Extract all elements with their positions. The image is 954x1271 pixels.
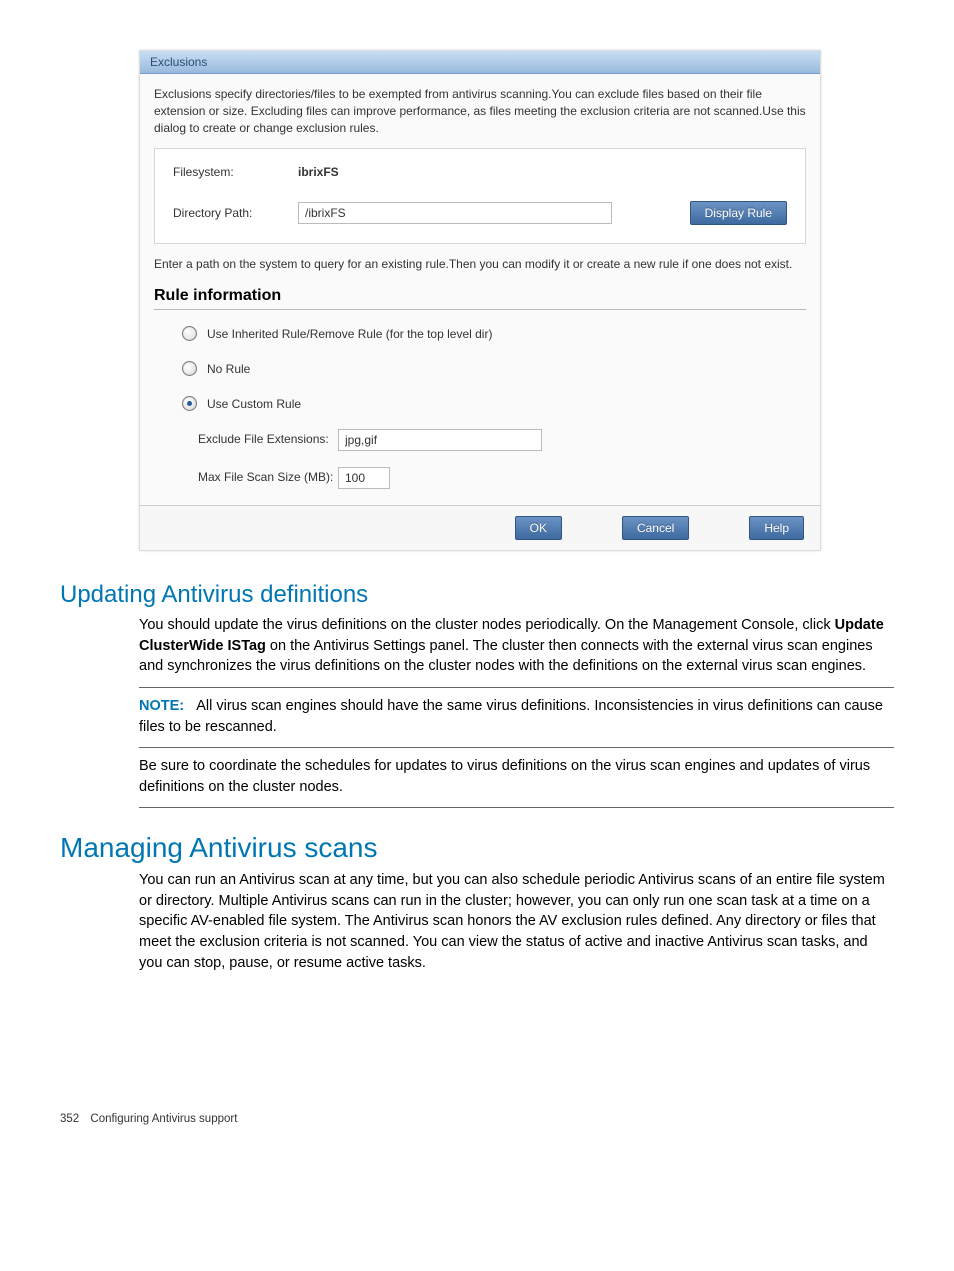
- divider: [154, 309, 806, 310]
- divider: [139, 807, 894, 808]
- rule-radio-group: Use Inherited Rule/Remove Rule (for the …: [182, 326, 806, 411]
- path-hint-text: Enter a path on the system to query for …: [154, 256, 806, 273]
- heading-managing-scans: Managing Antivirus scans: [60, 832, 894, 864]
- divider: [139, 687, 894, 688]
- radio-icon: [182, 326, 197, 341]
- radio-icon: [182, 361, 197, 376]
- path-panel: Filesystem: ibrixFS Directory Path: Disp…: [154, 148, 806, 244]
- chapter-title: Configuring Antivirus support: [90, 1113, 237, 1125]
- radio-label: No Rule: [207, 362, 250, 376]
- filesystem-label: Filesystem:: [173, 165, 298, 179]
- max-file-size-input[interactable]: [338, 467, 390, 489]
- note-paragraph: NOTE: All virus scan engines should have…: [139, 696, 894, 737]
- ok-button[interactable]: OK: [515, 516, 562, 540]
- filesystem-value: ibrixFS: [298, 165, 339, 179]
- note-label: NOTE:: [139, 698, 184, 714]
- dialog-intro-text: Exclusions specify directories/files to …: [154, 86, 806, 136]
- note-text: All virus scan engines should have the s…: [139, 698, 883, 735]
- paragraph: You can run an Antivirus scan at any tim…: [139, 870, 894, 973]
- page-number: 352: [60, 1113, 79, 1125]
- help-button[interactable]: Help: [749, 516, 804, 540]
- page-footer: 352 Configuring Antivirus support: [60, 1113, 894, 1125]
- custom-rule-fields: Exclude File Extensions: Max File Scan S…: [198, 429, 806, 489]
- radio-no-rule[interactable]: No Rule: [182, 361, 806, 376]
- text: You should update the virus definitions …: [139, 617, 835, 633]
- divider: [139, 747, 894, 748]
- dialog-body: Exclusions specify directories/files to …: [140, 74, 820, 505]
- dialog-footer: OK Cancel Help: [140, 505, 820, 550]
- paragraph: Be sure to coordinate the schedules for …: [139, 756, 894, 797]
- radio-label: Use Inherited Rule/Remove Rule (for the …: [207, 327, 492, 341]
- dialog-title: Exclusions: [140, 51, 820, 74]
- cancel-button[interactable]: Cancel: [622, 516, 689, 540]
- radio-inherited[interactable]: Use Inherited Rule/Remove Rule (for the …: [182, 326, 806, 341]
- radio-label: Use Custom Rule: [207, 397, 301, 411]
- directory-path-label: Directory Path:: [173, 206, 298, 220]
- rule-information-heading: Rule information: [154, 287, 806, 305]
- paragraph: You should update the virus definitions …: [139, 615, 894, 677]
- exclude-extensions-input[interactable]: [338, 429, 542, 451]
- exclusions-dialog: Exclusions Exclusions specify directorie…: [139, 50, 821, 551]
- max-file-size-label: Max File Scan Size (MB):: [198, 467, 338, 485]
- radio-custom[interactable]: Use Custom Rule: [182, 396, 806, 411]
- display-rule-button[interactable]: Display Rule: [690, 201, 787, 225]
- directory-path-input[interactable]: [298, 202, 612, 224]
- heading-updating-definitions: Updating Antivirus definitions: [60, 581, 894, 609]
- radio-icon: [182, 396, 197, 411]
- exclude-extensions-label: Exclude File Extensions:: [198, 429, 338, 447]
